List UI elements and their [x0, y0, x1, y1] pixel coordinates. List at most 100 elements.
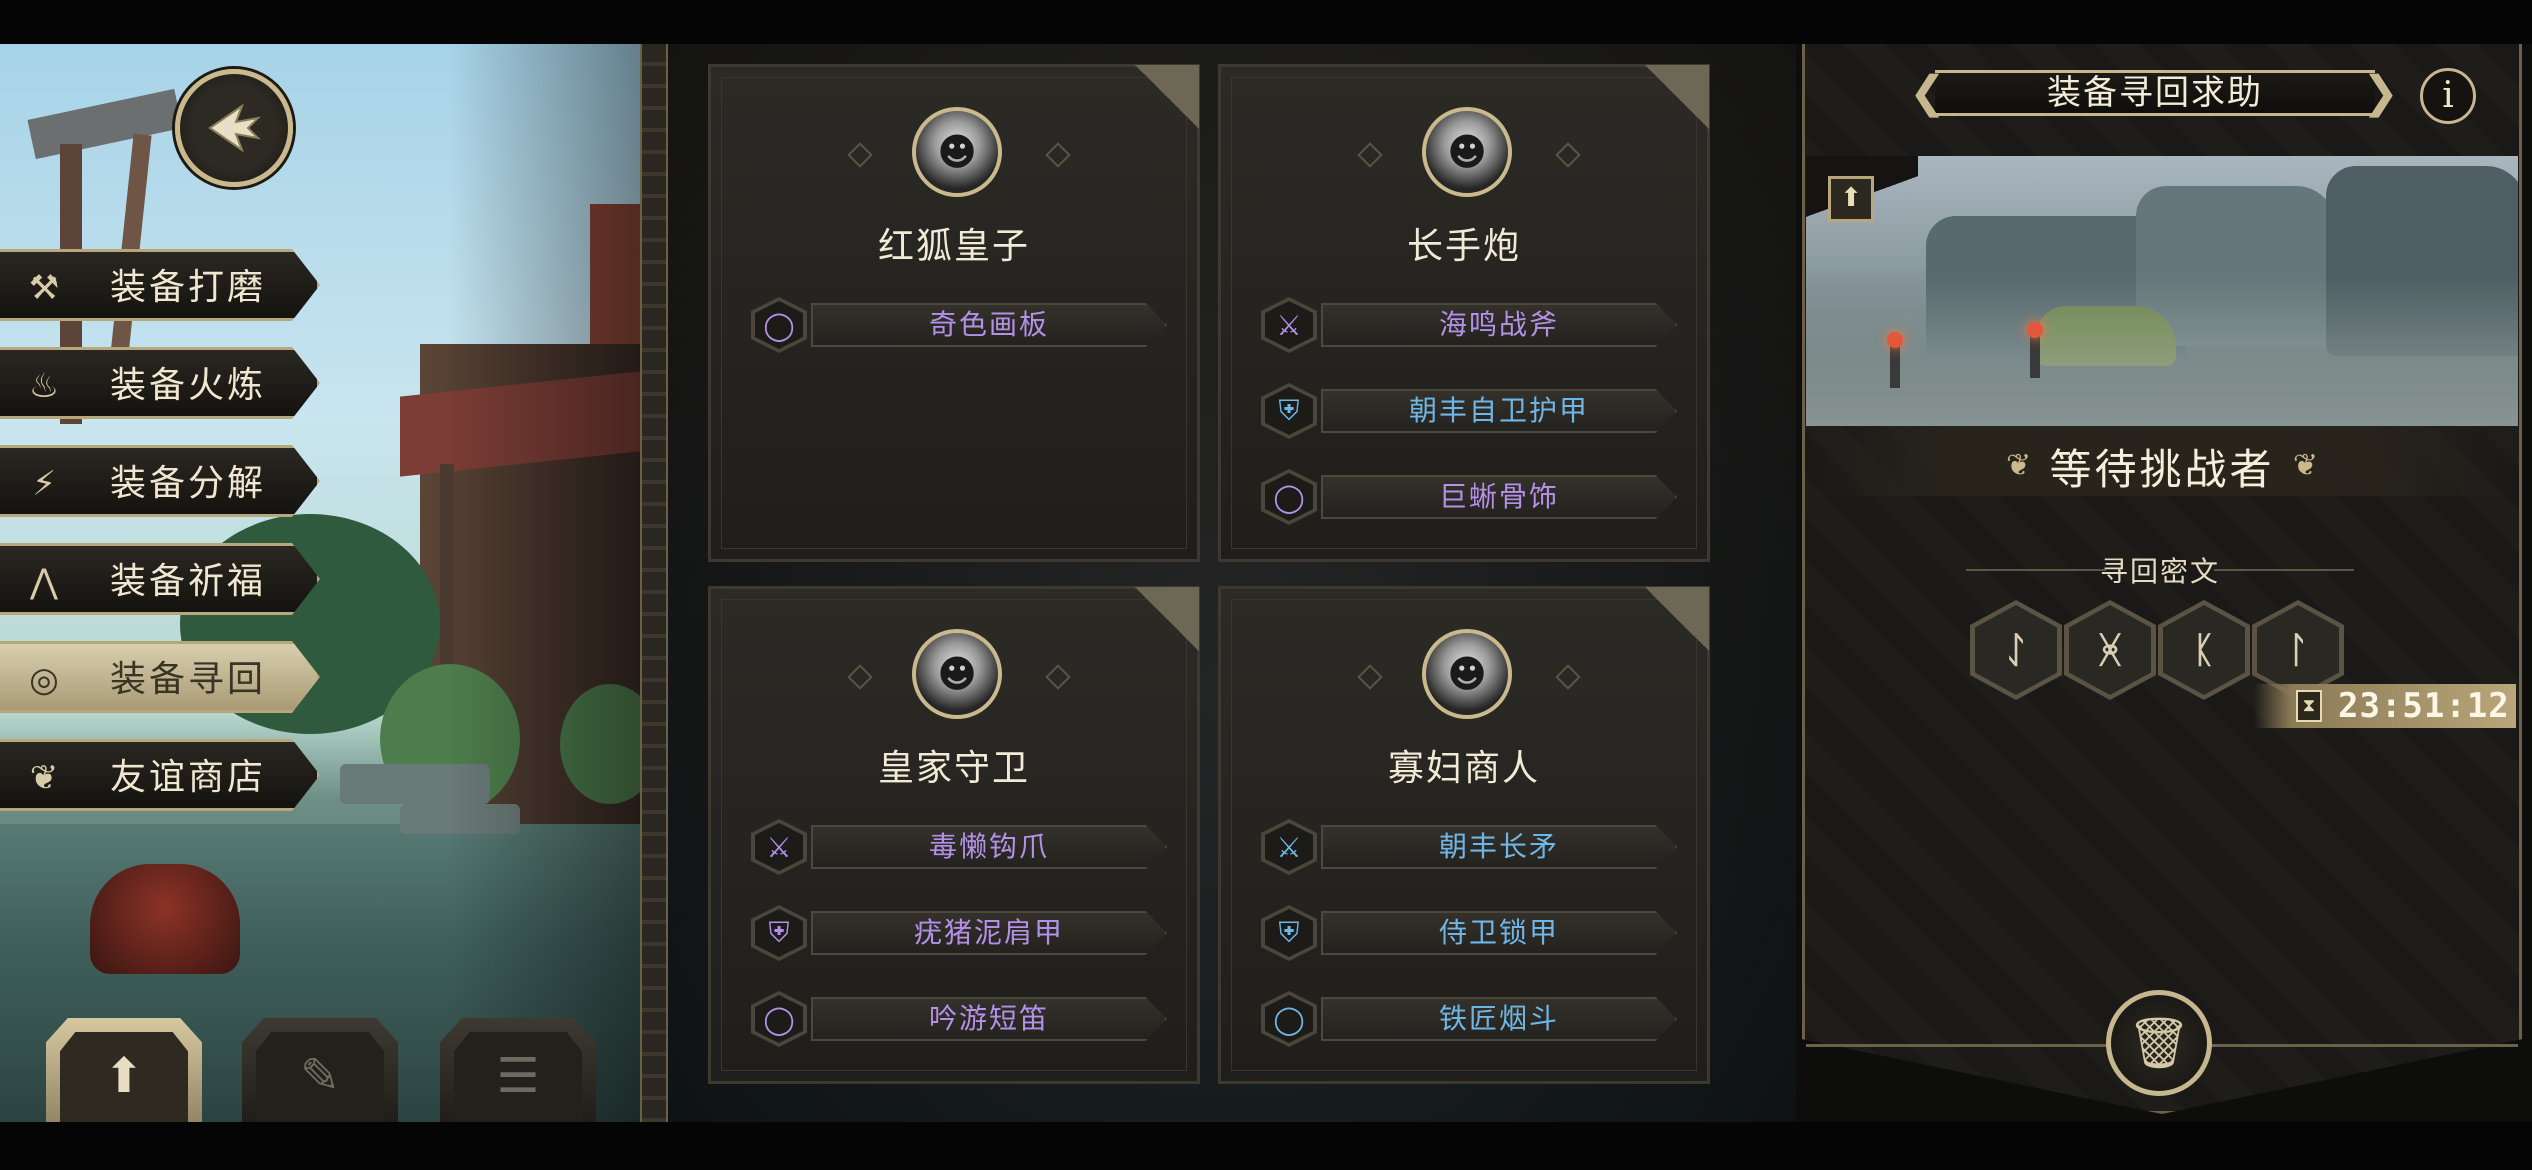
fox-icon: ❦ [29, 758, 59, 798]
hero-avatar-icon: ☻ [1447, 130, 1487, 174]
break-icon: ⚡ [32, 464, 56, 504]
status-text: 等待挑战者 [2049, 445, 2275, 494]
delete-button[interactable]: 🗑 [2106, 990, 2212, 1096]
equipment-item[interactable]: ⛨ 疣猪泥肩甲 [751, 905, 1171, 961]
equipment-name: 毒懒钩爪 [811, 825, 1167, 869]
equipment-item[interactable]: ◯ 吟游短笛 [751, 991, 1171, 1047]
trash-icon: 🗑 [2127, 1014, 2191, 1072]
hero-card[interactable]: ☻ 皇家守卫 ⚔ 毒懒钩爪 ⛨ 疣猪泥肩甲 ◯ 吟游短笛 [708, 586, 1200, 1084]
equipment-slot: ⚔ [1261, 297, 1317, 353]
status-banner: ❦ 等待挑战者 ❦ [1806, 426, 2518, 496]
right-ornament-icon: ❯ [2362, 67, 2401, 118]
equipment-slot: ◯ [1261, 469, 1317, 525]
equipment-name: 疣猪泥肩甲 [811, 911, 1167, 955]
equipment-item[interactable]: ◯ 奇色画板 [751, 297, 1171, 353]
top-letterbox [0, 0, 2532, 44]
rune-icon: ᛇ [1975, 605, 2057, 695]
equipment-slot: ⛨ [1261, 905, 1317, 961]
hero-portrait: ☻ [912, 107, 1002, 197]
menu-item-label: 友谊商店 [110, 757, 267, 798]
armor-icon: ⛨ [1265, 909, 1313, 957]
hero-avatar-icon: ☻ [1447, 652, 1487, 696]
weapon-icon: ⚔ [755, 823, 803, 871]
upload-icon[interactable]: ⬆ [1828, 176, 1874, 222]
equipment-slot: ⛨ [751, 905, 807, 961]
menu-item-label: 装备打磨 [110, 267, 267, 308]
equipment-slot: ◯ [751, 297, 807, 353]
rune-icon: ᚸ [2069, 605, 2151, 695]
rune-icon: ᛕ [2163, 605, 2245, 695]
menu-item-4[interactable]: ⋀ 装备祈福 [0, 543, 320, 615]
list-tool-button[interactable]: ☰ [440, 1018, 596, 1122]
game-stage: ⚒ 装备打磨 ♨ 装备火炼 ⚡ 装备分解 ⋀ 装备祈福 ◎ 装备寻回 ❦ 友谊商店 ⬆ ✎ ☰ ☻ 红狐… [0, 44, 2532, 1122]
hero-card[interactable]: ☻ 寡妇商人 ⚔ 朝丰长矛 ⛨ 侍卫锁甲 ◯ 铁匠烟斗 [1218, 586, 1710, 1084]
hourglass-icon: ⧗ [2296, 690, 2322, 722]
equipment-item[interactable]: ⚔ 朝丰长矛 [1261, 819, 1681, 875]
equipment-slot: ⚔ [751, 819, 807, 875]
list-icon: ☰ [496, 1048, 540, 1104]
ring-icon: ◯ [755, 995, 803, 1043]
bottom-letterbox [0, 1122, 2532, 1170]
weapon-icon: ⚔ [1265, 301, 1313, 349]
menu-item-2[interactable]: ♨ 装备火炼 [0, 347, 320, 419]
panel-title-text: 装备寻回求助 [2047, 73, 2263, 113]
equipment-item[interactable]: ◯ 铁匠烟斗 [1261, 991, 1681, 1047]
equipment-item[interactable]: ⛨ 朝丰自卫护甲 [1261, 383, 1681, 439]
weapon-icon: ⚔ [1265, 823, 1313, 871]
hero-avatar-icon: ☻ [937, 652, 977, 696]
equipment-item[interactable]: ⛨ 侍卫锁甲 [1261, 905, 1681, 961]
equipment-slot: ◯ [1261, 991, 1317, 1047]
menu-item-label: 装备分解 [110, 463, 267, 504]
equipment-name: 侍卫锁甲 [1321, 911, 1677, 955]
menu-item-6[interactable]: ❦ 友谊商店 [0, 739, 320, 811]
quill-tool-button[interactable]: ✎ [242, 1018, 398, 1122]
hero-card[interactable]: ☻ 红狐皇子 ◯ 奇色画板 [708, 64, 1200, 562]
back-button[interactable] [175, 69, 293, 187]
countdown-timer: ⧗ 23:51:12 [2254, 684, 2516, 728]
boss-artwork: ⬆ [1806, 156, 2518, 426]
hero-name: 长手炮 [1406, 226, 1521, 267]
ring-icon: ◯ [755, 301, 803, 349]
armor-icon: ⛨ [755, 909, 803, 957]
ring-icon: ◯ [1265, 995, 1313, 1043]
equipment-name: 巨蜥骨饰 [1321, 475, 1677, 519]
rune-icon: ᛚ [2257, 605, 2339, 695]
equipment-name: 朝丰长矛 [1321, 825, 1677, 869]
timer-value: 23:51:12 [2338, 686, 2510, 726]
equipment-name: 奇色画板 [811, 303, 1167, 347]
hero-portrait: ☻ [912, 629, 1002, 719]
flourish-right-icon: ❦ [2292, 448, 2318, 483]
left-ornament-icon: ❮ [1909, 67, 1948, 118]
back-arrow-icon [208, 103, 261, 153]
menu-item-label: 装备寻回 [110, 659, 267, 700]
equipment-name: 朝丰自卫护甲 [1321, 389, 1677, 433]
menu-item-5[interactable]: ◎ 装备寻回 [0, 641, 320, 713]
menu-item-label: 装备祈福 [110, 561, 267, 602]
panel-title: ❮ 装备寻回求助 ❯ [1909, 67, 2399, 118]
upload-tool-button[interactable]: ⬆ [46, 1018, 202, 1122]
info-button[interactable]: i [2420, 68, 2476, 124]
flame-icon: ♨ [28, 366, 60, 406]
equipment-name: 铁匠烟斗 [1321, 997, 1677, 1041]
equipment-slot: ⛨ [1261, 383, 1317, 439]
feather-icon: ✎ [299, 1048, 341, 1104]
equipment-name: 吟游短笛 [811, 997, 1167, 1041]
hero-name: 红狐皇子 [877, 226, 1030, 267]
upload-icon: ⬆ [103, 1048, 145, 1104]
ring-icon: ◯ [1265, 473, 1313, 521]
pray-icon: ⋀ [30, 562, 58, 602]
equipment-slot: ◯ [751, 991, 807, 1047]
armor-icon: ⛨ [1265, 387, 1313, 435]
menu-item-label: 装备火炼 [110, 365, 267, 406]
equipment-item[interactable]: ⚔ 海鸣战斧 [1261, 297, 1681, 353]
menu-item-3[interactable]: ⚡ 装备分解 [0, 445, 320, 517]
hero-avatar-icon: ☻ [937, 130, 977, 174]
equipment-item[interactable]: ⚔ 毒懒钩爪 [751, 819, 1171, 875]
target-icon: ◎ [29, 660, 59, 700]
ornate-divider [640, 44, 668, 1122]
hero-card[interactable]: ☻ 长手炮 ⚔ 海鸣战斧 ⛨ 朝丰自卫护甲 ◯ 巨蜥骨饰 [1218, 64, 1710, 562]
equipment-name: 海鸣战斧 [1321, 303, 1677, 347]
hero-portrait: ☻ [1422, 629, 1512, 719]
equipment-item[interactable]: ◯ 巨蜥骨饰 [1261, 469, 1681, 525]
menu-item-1[interactable]: ⚒ 装备打磨 [0, 249, 320, 321]
